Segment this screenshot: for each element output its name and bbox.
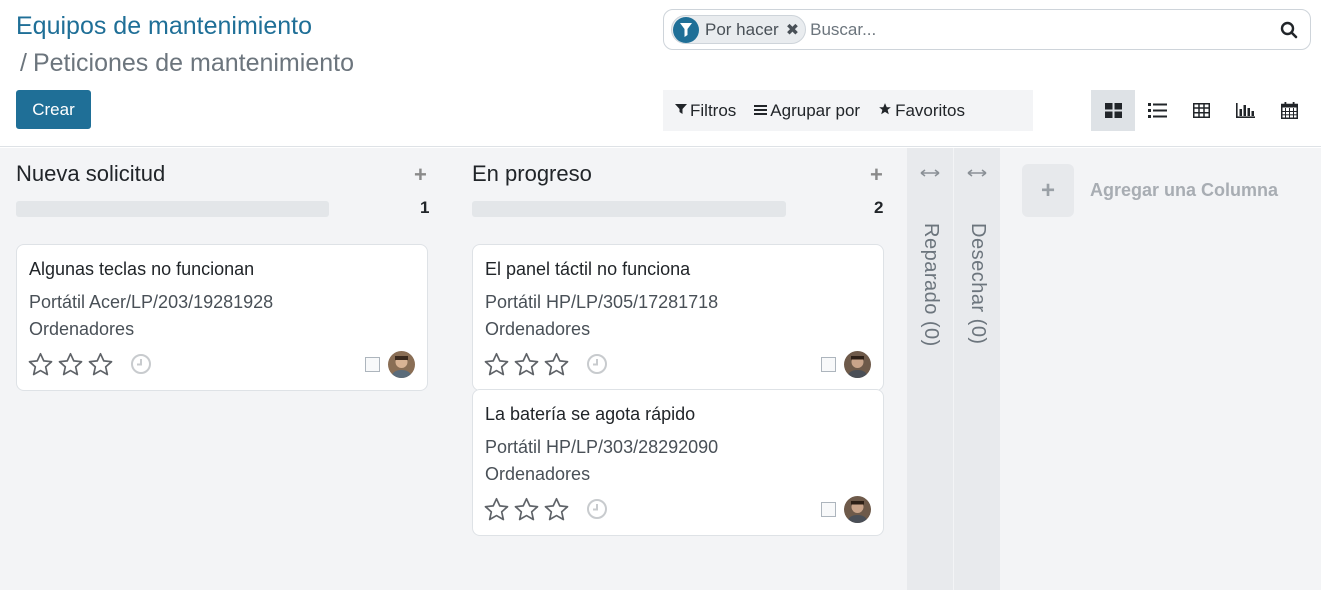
search-input[interactable] bbox=[810, 19, 1274, 40]
quick-create-button[interactable]: + bbox=[414, 162, 427, 188]
folded-column-desechar[interactable]: Desechar (0) bbox=[954, 148, 1000, 590]
star-icon[interactable] bbox=[483, 351, 510, 378]
star-icon[interactable] bbox=[513, 496, 540, 523]
clock-icon[interactable] bbox=[130, 353, 152, 375]
add-column-label[interactable]: Agregar una Columna bbox=[1090, 180, 1278, 201]
column-title[interactable]: Nueva solicitud bbox=[16, 161, 165, 187]
search-box[interactable]: Por hacer ✖ bbox=[663, 9, 1311, 50]
expand-arrows-icon bbox=[967, 169, 987, 177]
graph-view-button[interactable] bbox=[1223, 90, 1267, 131]
plus-icon[interactable]: + bbox=[1022, 164, 1074, 217]
card-category: Ordenadores bbox=[485, 464, 591, 484]
card-equipment: Portátil HP/LP/303/28292090 bbox=[485, 437, 719, 457]
kanban-card[interactable]: Algunas teclas no funcionan Portátil Ace… bbox=[16, 244, 428, 391]
card-equipment: Portátil HP/LP/305/17281718 bbox=[485, 292, 719, 312]
card-checkbox[interactable] bbox=[821, 502, 836, 517]
star-icon[interactable] bbox=[27, 351, 54, 378]
control-panel: Equipos de mantenimiento / Peticiones de … bbox=[0, 0, 1321, 147]
avatar[interactable] bbox=[844, 351, 871, 378]
bars-icon bbox=[754, 103, 768, 118]
star-icon[interactable] bbox=[483, 496, 510, 523]
list-view-button[interactable] bbox=[1135, 90, 1179, 131]
card-category: Ordenadores bbox=[29, 319, 135, 339]
list-icon bbox=[1147, 103, 1167, 118]
page-title: Peticiones de mantenimiento bbox=[32, 49, 354, 77]
kanban-card[interactable]: El panel táctil no funciona Portátil HP/… bbox=[472, 244, 884, 391]
avatar[interactable] bbox=[844, 496, 871, 523]
column-progress-bar[interactable] bbox=[16, 201, 329, 217]
kanban-card[interactable]: La batería se agota rápido Portátil HP/L… bbox=[472, 389, 884, 536]
card-checkbox[interactable] bbox=[821, 357, 836, 372]
table-icon bbox=[1192, 103, 1210, 118]
filter-icon bbox=[673, 16, 699, 43]
favorites-label: Favoritos bbox=[895, 100, 965, 120]
facet-label: Por hacer bbox=[705, 19, 779, 39]
priority-stars bbox=[483, 496, 573, 523]
calendar-icon bbox=[1280, 102, 1298, 119]
card-title: El panel táctil no funciona bbox=[485, 259, 691, 279]
column-count: 2 bbox=[874, 198, 884, 217]
star-icon[interactable] bbox=[513, 351, 540, 378]
card-equipment: Portátil Acer/LP/203/19281928 bbox=[29, 292, 274, 312]
folded-column-reparado[interactable]: Reparado (0) bbox=[907, 148, 953, 590]
column-count: 1 bbox=[420, 198, 430, 217]
kanban-icon bbox=[1104, 103, 1122, 118]
favorites-button[interactable]: Favoritos bbox=[878, 101, 965, 121]
calendar-view-button[interactable] bbox=[1267, 90, 1311, 131]
group-by-label: Agrupar por bbox=[770, 100, 861, 120]
kanban-board: Nueva solicitud + 1 Algunas teclas no fu… bbox=[0, 148, 1321, 590]
folded-column-label: Desechar (0) bbox=[967, 223, 989, 345]
close-icon[interactable]: ✖ bbox=[786, 20, 799, 40]
card-category: Ordenadores bbox=[485, 319, 591, 339]
column-progress-bar[interactable] bbox=[472, 201, 786, 217]
card-title: Algunas teclas no funcionan bbox=[29, 259, 255, 279]
filter-icon bbox=[675, 103, 687, 118]
breadcrumb-root[interactable]: Equipos de mantenimiento bbox=[16, 12, 312, 41]
card-checkbox[interactable] bbox=[365, 357, 380, 372]
star-icon[interactable] bbox=[57, 351, 84, 378]
search-options-bar: Filtros Agrupar por Favoritos bbox=[663, 90, 1033, 131]
kanban-column: En progreso + 2 El panel táctil no funci… bbox=[472, 148, 900, 590]
expand-arrows-icon bbox=[920, 169, 940, 177]
bar-chart-icon bbox=[1235, 103, 1255, 118]
card-title: La batería se agota rápido bbox=[485, 404, 696, 424]
create-button[interactable]: Crear bbox=[16, 90, 91, 129]
kanban-column: Nueva solicitud + 1 Algunas teclas no fu… bbox=[16, 148, 444, 590]
star-icon bbox=[878, 102, 892, 119]
folded-column-label: Reparado (0) bbox=[920, 223, 942, 347]
column-title[interactable]: En progreso bbox=[472, 161, 592, 187]
clock-icon[interactable] bbox=[586, 498, 608, 520]
add-column[interactable]: + Agregar una Columna bbox=[1022, 164, 1278, 217]
priority-stars bbox=[27, 351, 117, 378]
star-icon[interactable] bbox=[543, 351, 570, 378]
star-icon[interactable] bbox=[87, 351, 114, 378]
avatar[interactable] bbox=[388, 351, 415, 378]
group-by-button[interactable]: Agrupar por bbox=[754, 101, 860, 121]
clock-icon[interactable] bbox=[586, 353, 608, 375]
breadcrumb-separator: / bbox=[20, 49, 27, 77]
quick-create-button[interactable]: + bbox=[870, 162, 883, 188]
pivot-view-button[interactable] bbox=[1179, 90, 1223, 131]
priority-stars bbox=[483, 351, 573, 378]
view-switcher bbox=[1091, 90, 1311, 131]
search-icon[interactable] bbox=[1274, 15, 1304, 45]
search-facet[interactable]: Por hacer ✖ bbox=[671, 15, 807, 44]
filters-label: Filtros bbox=[690, 100, 737, 120]
breadcrumb-current: / Peticiones de mantenimiento bbox=[20, 49, 354, 78]
star-icon[interactable] bbox=[543, 496, 570, 523]
kanban-view-button[interactable] bbox=[1091, 90, 1135, 131]
filters-button[interactable]: Filtros bbox=[675, 101, 736, 121]
